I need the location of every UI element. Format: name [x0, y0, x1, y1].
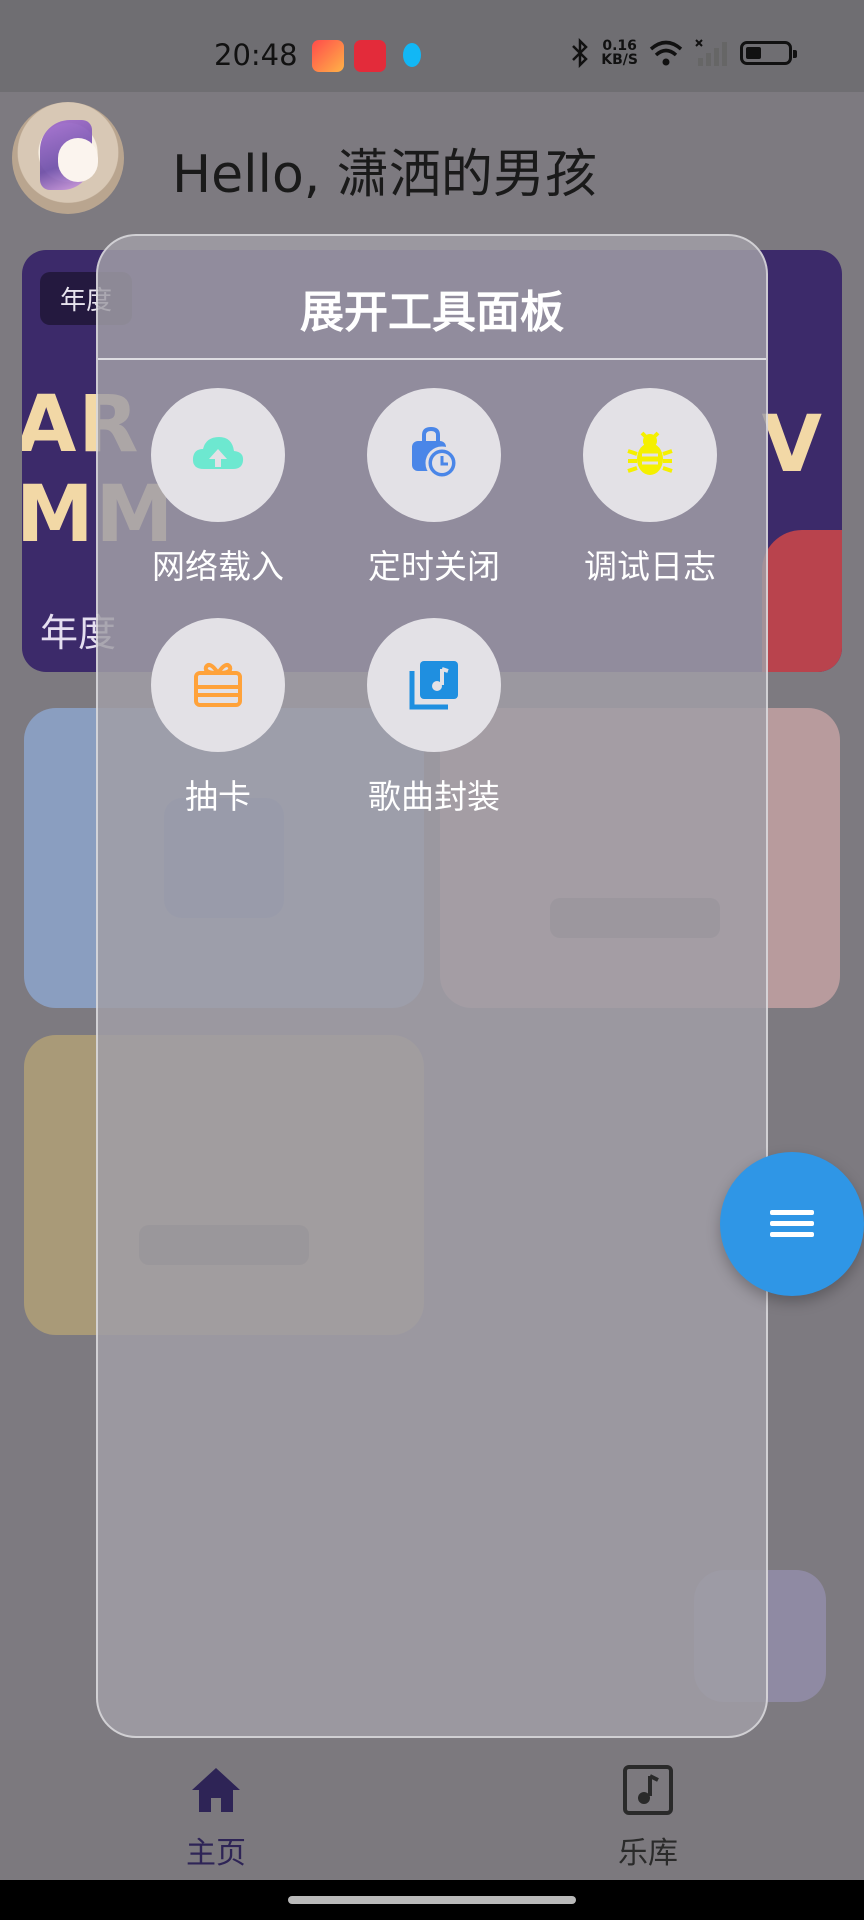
- gesture-navigation-area: [0, 1880, 864, 1920]
- music-note-icon: [623, 1765, 673, 1815]
- avatar-face: [58, 138, 98, 182]
- tool-button-circle[interactable]: [151, 388, 285, 522]
- tool-label: 调试日志: [584, 547, 716, 586]
- net-speed-value: 0.16: [602, 38, 637, 54]
- nav-home[interactable]: 主页: [156, 1762, 276, 1872]
- menu-floating-button[interactable]: [720, 1152, 864, 1296]
- bottom-navigation: 主页 乐库: [0, 1740, 864, 1880]
- banner-text-right: V: [761, 400, 822, 490]
- tool-timer-close[interactable]: 定时关闭: [354, 388, 514, 588]
- cellular-signal-icon: [695, 39, 727, 66]
- tool-label: 定时关闭: [368, 547, 500, 586]
- status-time: 20:48: [214, 38, 298, 72]
- tool-gacha[interactable]: 抽卡: [138, 618, 298, 818]
- tool-debug-log[interactable]: 调试日志: [570, 388, 730, 588]
- menu-icon: [770, 1210, 814, 1237]
- panel-title: 展开工具面板: [300, 287, 564, 338]
- greeting-text: Hello, 潇洒的男孩: [172, 145, 597, 205]
- tool-song-packaging[interactable]: 歌曲封装: [354, 618, 514, 818]
- bug-icon: [627, 431, 673, 475]
- tool-button-circle[interactable]: [367, 618, 501, 752]
- net-speed-unit: KB/S: [601, 52, 638, 68]
- timer-icon: [412, 426, 459, 480]
- status-right: 0.16 KB/S: [569, 38, 797, 68]
- avatar[interactable]: [12, 102, 124, 214]
- tool-button-circle[interactable]: [583, 388, 717, 522]
- tool-panel: 展开工具面板 网络载入 定时关闭 调试日志 抽卡 歌曲封装: [96, 234, 768, 1738]
- banner-decoration: [762, 530, 842, 672]
- nav-library[interactable]: 乐库: [588, 1762, 708, 1872]
- battery-icon: [740, 41, 797, 65]
- wifi-icon: [649, 40, 683, 66]
- music-library-icon: [409, 661, 458, 710]
- gift-card-icon: [194, 663, 242, 707]
- nav-library-label: 乐库: [618, 1836, 678, 1871]
- tool-label: 网络载入: [152, 547, 284, 586]
- qq-penguin-icon: [396, 40, 428, 72]
- nav-home-label: 主页: [186, 1836, 246, 1871]
- notification-icons: [312, 40, 428, 72]
- gesture-bar[interactable]: [288, 1896, 576, 1904]
- status-bar: 20:48 0.16 KB/S: [0, 0, 864, 92]
- tool-label: 歌曲封装: [368, 777, 500, 816]
- pinduoduo-app-icon: [354, 40, 386, 72]
- network-speed: 0.16 KB/S: [601, 39, 638, 67]
- tool-button-circle[interactable]: [367, 388, 501, 522]
- cloud-upload-icon: [192, 437, 244, 469]
- home-icon: [192, 1768, 240, 1812]
- panel-divider: [98, 358, 766, 360]
- bluetooth-icon: [572, 38, 589, 68]
- tool-network-load[interactable]: 网络载入: [138, 388, 298, 588]
- shopping-app-icon: [312, 40, 344, 72]
- tool-button-circle[interactable]: [151, 618, 285, 752]
- tool-label: 抽卡: [185, 777, 251, 816]
